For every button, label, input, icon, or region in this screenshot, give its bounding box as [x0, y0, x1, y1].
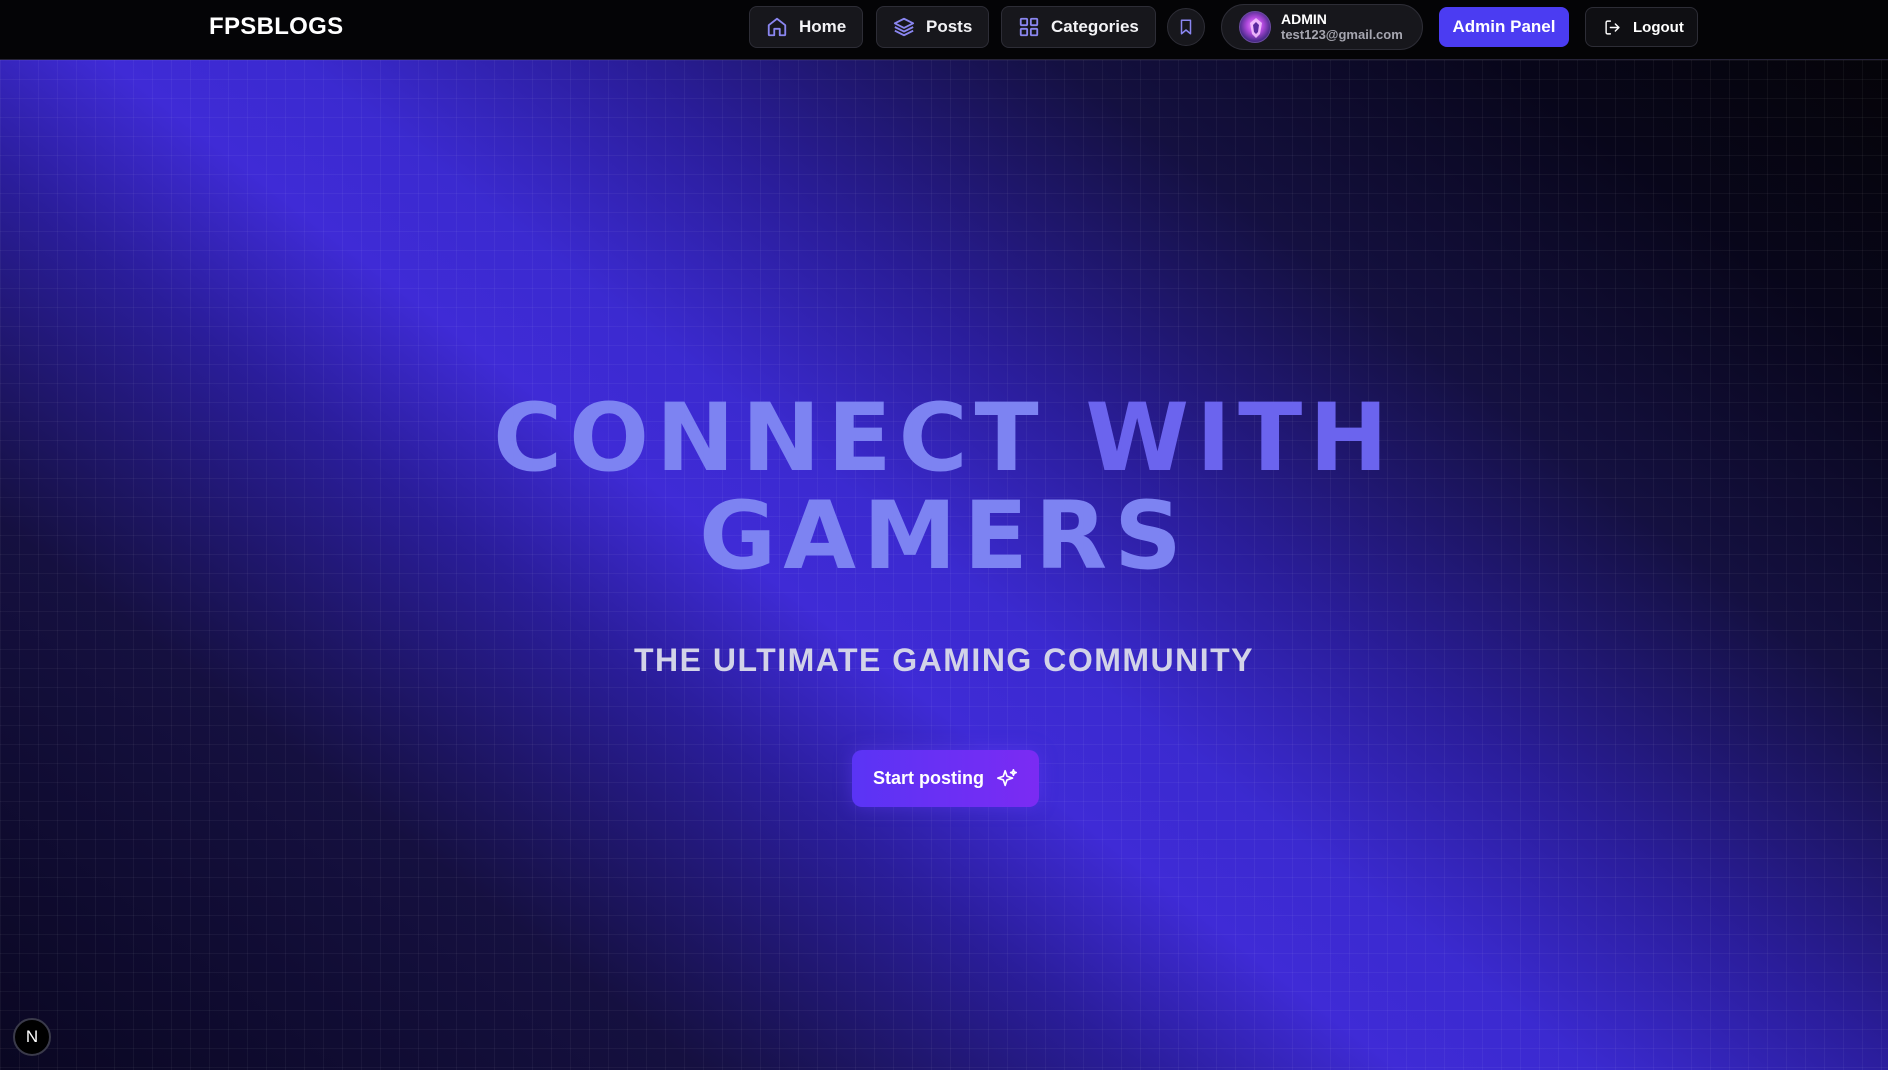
- sparkles-icon: [997, 768, 1017, 786]
- logout-label: Logout: [1633, 18, 1684, 36]
- hero-headline: CONNECT WITH GAMERS: [0, 390, 1888, 586]
- nav-home-label: Home: [799, 17, 847, 36]
- nav-posts-label: Posts: [926, 17, 973, 36]
- headline-connect: CONNECT: [493, 384, 1046, 493]
- nav-posts-button[interactable]: Posts: [876, 6, 990, 48]
- nextjs-dev-badge[interactable]: N: [13, 1018, 51, 1056]
- logout-button[interactable]: Logout: [1585, 7, 1698, 47]
- headline-with: WITH: [1085, 384, 1395, 493]
- user-profile-button[interactable]: ADMIN test123@gmail.com: [1221, 4, 1423, 50]
- headline-line-1: CONNECT WITH: [0, 390, 1888, 488]
- start-posting-button[interactable]: Start posting: [852, 750, 1039, 807]
- headline-line-2: GAMERS: [699, 482, 1189, 591]
- user-name: ADMIN: [1281, 11, 1327, 27]
- start-posting-label: Start posting: [873, 768, 984, 788]
- bookmarks-button[interactable]: [1167, 8, 1205, 46]
- hero-subheadline: THE ULTIMATE GAMING COMMUNITY: [633, 642, 1255, 678]
- logout-icon: [1605, 19, 1620, 35]
- nav-categories-button[interactable]: Categories: [1001, 6, 1156, 48]
- nav-home-button[interactable]: Home: [749, 6, 864, 48]
- top-navbar: FPSBLOGS Home Posts Categories ADMIN tes…: [0, 0, 1888, 60]
- admin-panel-button[interactable]: Admin Panel: [1439, 7, 1569, 47]
- home-icon: [767, 17, 787, 37]
- bookmark-icon: [1180, 19, 1192, 35]
- site-logo[interactable]: FPSBLOGS: [209, 13, 343, 41]
- layers-icon: [893, 17, 915, 37]
- nav-categories-label: Categories: [1051, 17, 1139, 36]
- avatar-emblem-icon: [1250, 18, 1262, 38]
- avatar: [1239, 11, 1271, 43]
- user-email: test123@gmail.com: [1281, 27, 1403, 42]
- grid-icon: [1019, 17, 1039, 37]
